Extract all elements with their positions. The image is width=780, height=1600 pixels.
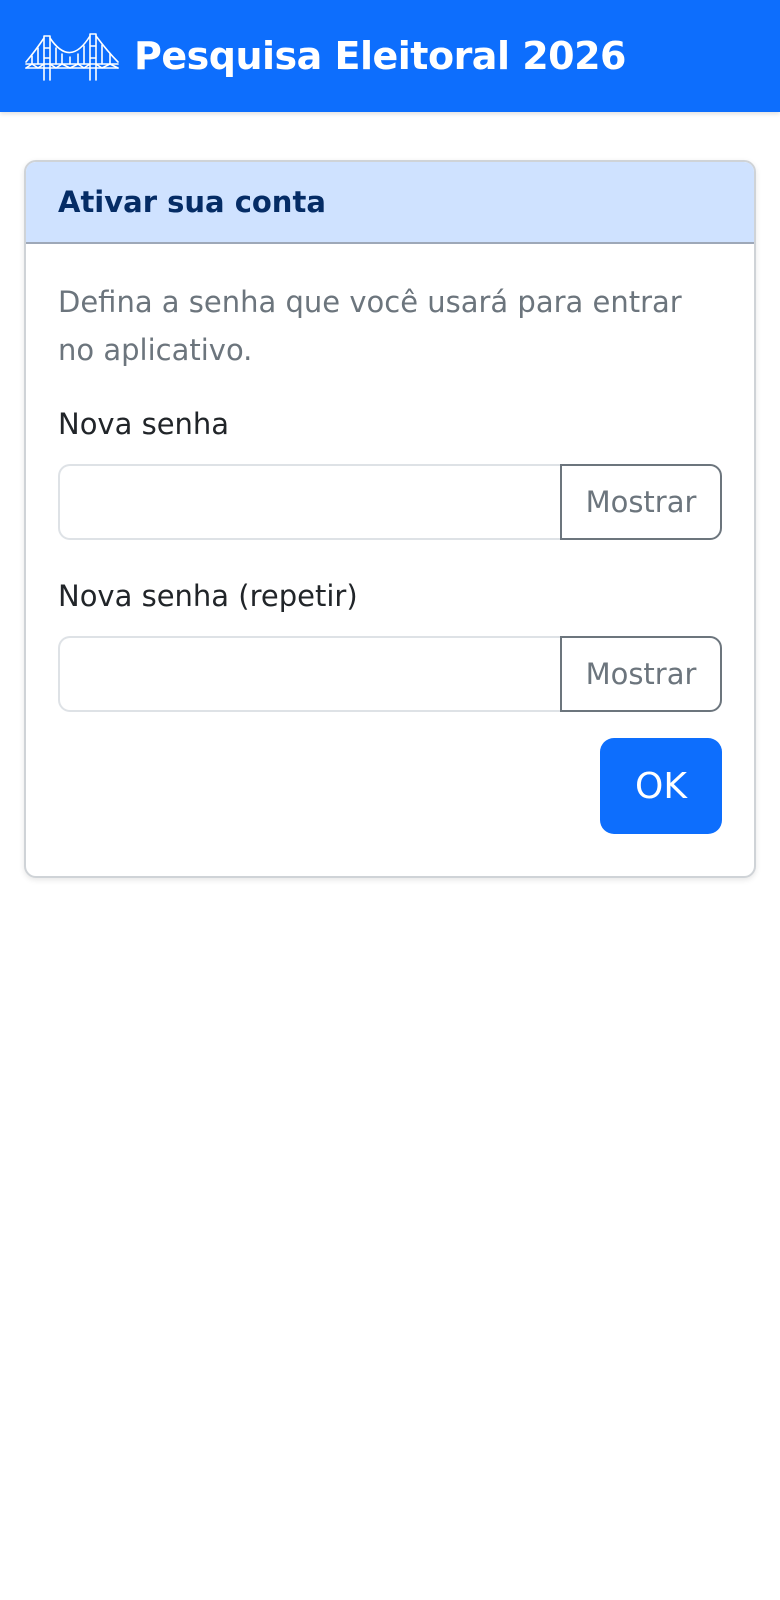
app-title: Pesquisa Eleitoral 2026 [134,34,626,78]
new-password-input[interactable] [58,464,560,540]
new-password-group: Mostrar [58,464,722,540]
bridge-icon [25,33,119,81]
new-password-label: Nova senha [58,407,230,441]
show-repeat-password-button[interactable]: Mostrar [560,636,722,712]
repeat-password-group: Mostrar [58,636,722,712]
repeat-password-label: Nova senha (repetir) [58,579,358,613]
app-navbar: Pesquisa Eleitoral 2026 [0,0,780,112]
show-password-button[interactable]: Mostrar [560,464,722,540]
repeat-password-input[interactable] [58,636,560,712]
card-title: Ativar sua conta [58,185,326,219]
activate-account-card: Ativar sua conta Defina a senha que você… [24,160,756,878]
ok-button[interactable]: OK [600,738,722,834]
card-header: Ativar sua conta [26,162,754,244]
intro-text: Defina a senha que você usará para entra… [58,285,682,367]
